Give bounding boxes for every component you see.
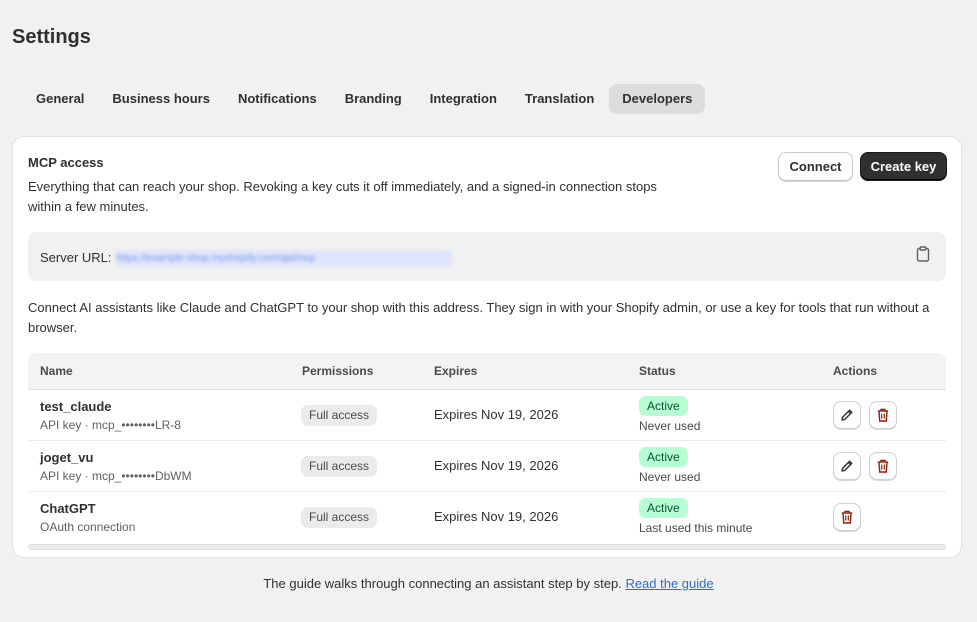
key-name-cell: joget_vu API key · mcp_••••••••DbWM [40, 450, 192, 483]
status-badge: Active [639, 396, 688, 416]
usage-text: Never used [639, 470, 701, 484]
server-url-box: Server URL: https://example-shop.myshopi… [28, 232, 946, 281]
horizontal-scrollbar[interactable] [28, 544, 946, 550]
read-guide-link[interactable]: Read the guide [625, 576, 713, 591]
usage-text: Last used this minute [639, 521, 753, 535]
pencil-icon [841, 460, 853, 472]
settings-tabs: General Business hours Notifications Bra… [23, 84, 707, 114]
table-row: test_claude API key · mcp_••••••••LR-8 F… [28, 390, 946, 441]
column-permissions: Permissions [302, 364, 374, 378]
mcp-access-card: MCP access Everything that can reach you… [12, 136, 962, 558]
permission-badge: Full access [301, 456, 378, 477]
edit-button[interactable] [833, 401, 861, 429]
permission-badge: Full access [301, 507, 378, 528]
page-title: Settings [12, 26, 91, 48]
tab-business-hours[interactable]: Business hours [99, 84, 223, 114]
status-cell: Active Last used this minute [639, 498, 752, 535]
footer: The guide walks through connecting an as… [0, 576, 977, 591]
row-actions [833, 503, 861, 531]
tab-notifications[interactable]: Notifications [225, 84, 330, 114]
tab-translation[interactable]: Translation [512, 84, 607, 114]
tab-branding[interactable]: Branding [332, 84, 415, 114]
status-cell: Active Never used [639, 447, 700, 484]
help-text: Connect AI assistants like Claude and Ch… [28, 300, 930, 335]
tab-integration[interactable]: Integration [417, 84, 510, 114]
column-name: Name [40, 364, 73, 378]
footer-text: The guide walks through connecting an as… [263, 576, 622, 591]
key-name: ChatGPT [40, 501, 96, 516]
expires-date: Expires Nov 19, 2026 [434, 458, 559, 473]
key-name-cell: test_claude API key · mcp_••••••••LR-8 [40, 399, 181, 432]
permission-badge: Full access [301, 405, 378, 426]
card-title: MCP access [28, 155, 104, 170]
server-url-value[interactable]: https://example-shop.myshopify.com/api/m… [116, 250, 452, 267]
trash-icon [877, 408, 889, 422]
column-status: Status [639, 364, 676, 378]
table-row: ChatGPT OAuth connection Full access Exp… [28, 492, 946, 543]
create-key-button[interactable]: Create key [860, 152, 947, 181]
key-name: test_claude [40, 399, 112, 414]
keys-table: Name Permissions Expires Status Actions … [28, 353, 946, 543]
clipboard-icon[interactable] [916, 246, 932, 264]
pencil-icon [841, 409, 853, 421]
settings-page: Settings General Business hours Notifica… [0, 0, 977, 622]
status-badge: Active [639, 498, 688, 518]
expires-date: Expires Nov 19, 2026 [434, 509, 559, 524]
table-row: joget_vu API key · mcp_••••••••DbWM Full… [28, 441, 946, 492]
status-badge: Active [639, 447, 688, 467]
card-description: Everything that can reach your shop. Rev… [28, 179, 657, 214]
row-actions [833, 401, 897, 429]
column-expires: Expires [434, 364, 478, 378]
server-url-label: Server URL: [40, 250, 112, 265]
trash-icon [877, 459, 889, 473]
key-name-cell: ChatGPT OAuth connection [40, 501, 135, 534]
connect-button[interactable]: Connect [778, 152, 853, 181]
usage-text: Never used [639, 419, 701, 433]
trash-icon [841, 510, 853, 524]
delete-button[interactable] [869, 401, 897, 429]
tab-developers[interactable]: Developers [609, 84, 706, 114]
edit-button[interactable] [833, 452, 861, 480]
tab-general[interactable]: General [23, 84, 97, 114]
expires-date: Expires Nov 19, 2026 [434, 407, 559, 422]
key-name: joget_vu [40, 450, 94, 465]
key-type: API key · mcp_••••••••DbWM [40, 469, 192, 483]
row-actions [833, 452, 897, 480]
delete-button[interactable] [869, 452, 897, 480]
key-type: OAuth connection [40, 520, 136, 534]
table-header: Name Permissions Expires Status Actions [28, 353, 946, 390]
column-actions: Actions [833, 364, 878, 378]
delete-button[interactable] [833, 503, 861, 531]
key-type: API key · mcp_••••••••LR-8 [40, 418, 181, 432]
status-cell: Active Never used [639, 396, 700, 433]
